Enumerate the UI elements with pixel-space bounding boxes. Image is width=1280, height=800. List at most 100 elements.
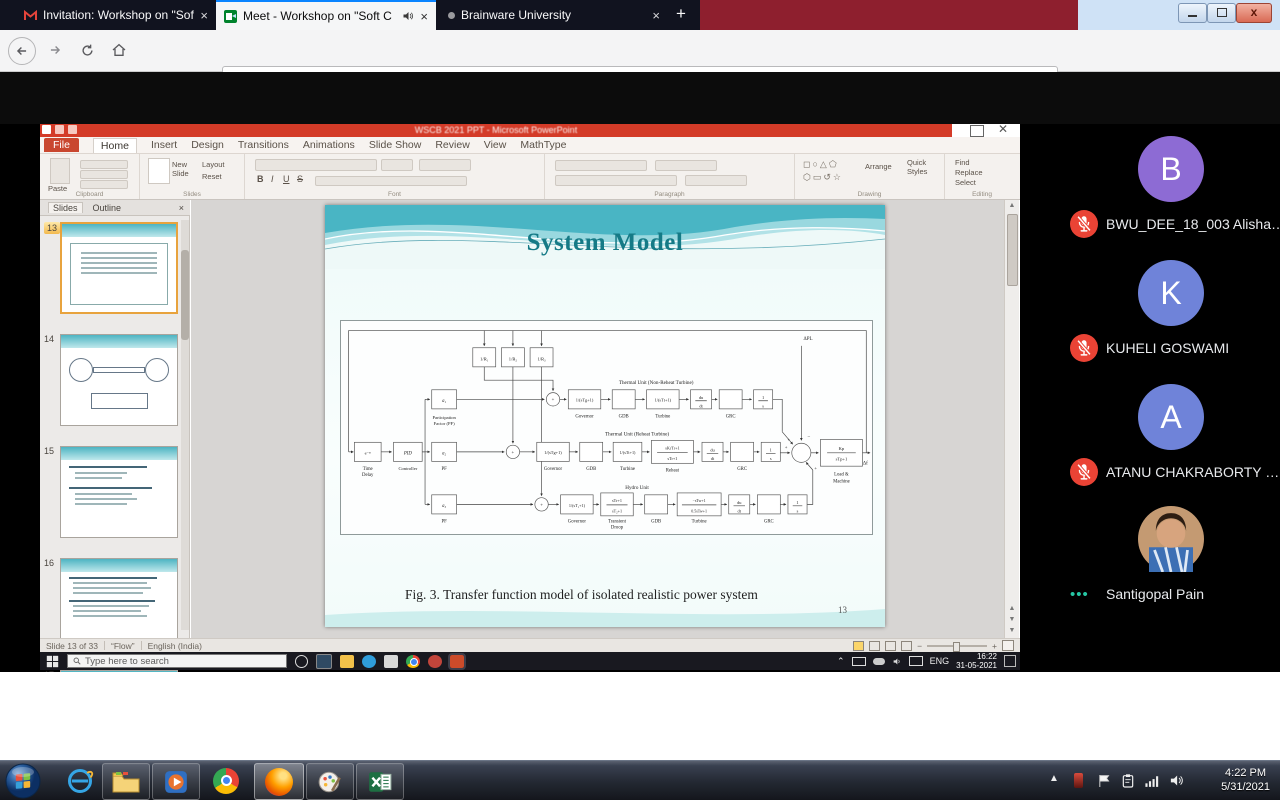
- svg-text:s: s: [762, 403, 764, 408]
- system-clock[interactable]: 4:22 PM 5/31/2021: [1221, 766, 1270, 794]
- firefox-icon: [265, 768, 293, 796]
- new-tab-button[interactable]: +: [676, 4, 686, 24]
- remote-powerpoint-icon: [450, 655, 464, 668]
- start-button[interactable]: [5, 763, 41, 799]
- slide-canvas: System Model: [325, 205, 885, 627]
- svg-text:Kp: Kp: [839, 446, 845, 451]
- svg-text:Hydro Unit: Hydro Unit: [625, 485, 649, 491]
- participant-tile[interactable]: A ATANU CHAKRABORTY …: [1064, 384, 1280, 504]
- slide-thumbnail-16[interactable]: [60, 558, 178, 650]
- home-button[interactable]: [106, 37, 132, 63]
- maximize-button[interactable]: [1207, 3, 1236, 23]
- svg-text:−sTw+1: −sTw+1: [693, 498, 706, 503]
- participant-tile[interactable]: B BWU_DEE_18_003 Alisha…: [1064, 136, 1280, 256]
- fit-to-window-icon[interactable]: [1002, 640, 1014, 651]
- cortana-icon: [295, 655, 308, 668]
- svg-text:Thermal Unit (Non-Reheat Turbi: Thermal Unit (Non-Reheat Turbine): [619, 379, 694, 386]
- slide-thumbnail-14[interactable]: [60, 334, 178, 426]
- reload-button[interactable]: [74, 37, 100, 63]
- svg-text:sT₂+1: sT₂+1: [612, 508, 622, 513]
- taskbar-explorer[interactable]: [102, 763, 150, 800]
- svg-text:0.5sTw+1: 0.5sTw+1: [691, 508, 707, 513]
- tab-brainware[interactable]: Brainware University ×: [440, 0, 668, 30]
- zoom-slider[interactable]: [927, 645, 987, 647]
- taskbar-ie[interactable]: [60, 763, 100, 798]
- ribbon-group-editing: Find Replace Select Editing: [945, 154, 1019, 199]
- svg-text:Governor: Governor: [568, 520, 587, 525]
- tray-app-icon[interactable]: [1074, 773, 1083, 788]
- svg-text:Time: Time: [363, 467, 373, 472]
- slide-scrollbar[interactable]: ▲ ▲▼▼: [1004, 200, 1019, 638]
- slide-thumbnail-13[interactable]: [60, 222, 178, 314]
- remote-language: ENG: [930, 656, 950, 666]
- view-sorter-icon[interactable]: [869, 641, 880, 651]
- zoom-in-icon[interactable]: +: [992, 641, 997, 651]
- svg-text:Droop: Droop: [611, 525, 624, 530]
- remote-clock: 16:2231-05-2021: [956, 652, 997, 670]
- ppt-close-icon: ✕: [998, 122, 1008, 136]
- svg-text:ΔPL: ΔPL: [804, 337, 813, 342]
- tab-meet[interactable]: Meet - Workshop on "Soft C ×: [216, 0, 436, 30]
- panel-tab-outline[interactable]: Outline: [93, 203, 122, 213]
- tray-expand-icon[interactable]: ▲: [1049, 773, 1059, 784]
- view-normal-icon[interactable]: [853, 641, 864, 651]
- view-slideshow-icon[interactable]: [901, 641, 912, 651]
- svg-text:PF: PF: [441, 520, 447, 525]
- remote-cloud-icon: [873, 658, 885, 665]
- network-signal-icon[interactable]: [1144, 773, 1161, 788]
- tab-close-icon[interactable]: ×: [652, 9, 660, 22]
- taskbar-excel[interactable]: [356, 763, 404, 800]
- ppt-menu-review: Review: [435, 139, 469, 151]
- browser-tabbar: Invitation: Workshop on "Soft C × Meet -…: [0, 0, 1280, 30]
- diagram-lines: [349, 331, 870, 516]
- minimize-button[interactable]: [1178, 3, 1207, 23]
- svg-text:sTr+1: sTr+1: [612, 498, 622, 503]
- taskbar-chrome[interactable]: [204, 763, 248, 798]
- panel-close-icon[interactable]: ×: [179, 203, 190, 213]
- svg-text:Participation: Participation: [432, 415, 456, 420]
- folder-icon: [112, 770, 140, 794]
- tab-close-icon[interactable]: ×: [200, 9, 208, 22]
- remote-browser-icon: [428, 655, 442, 668]
- close-button[interactable]: x: [1236, 3, 1272, 23]
- taskbar-media-player[interactable]: [152, 763, 200, 800]
- forward-button[interactable]: [42, 37, 68, 63]
- tab-gmail-invitation[interactable]: Invitation: Workshop on "Soft C ×: [16, 0, 216, 30]
- taskbar-firefox[interactable]: [254, 763, 304, 800]
- tab-title: Brainware University: [461, 8, 646, 22]
- svg-text:+: +: [540, 503, 543, 508]
- participant-name: KUHELI GOSWAMI: [1106, 340, 1229, 356]
- zoom-out-icon[interactable]: −: [917, 641, 922, 651]
- mic-off-icon: [1070, 458, 1098, 486]
- tab-close-icon[interactable]: ×: [420, 10, 428, 23]
- svg-text:+: +: [785, 446, 788, 451]
- svg-text:1/(sTt+1): 1/(sTt+1): [655, 398, 672, 403]
- media-player-icon: [163, 769, 189, 795]
- avatar: B: [1138, 136, 1204, 202]
- browser-toolbar: https://meet.google.com/aku-behj-zsz •••: [0, 30, 1280, 72]
- participant-tile[interactable]: K KUHELI GOSWAMI: [1064, 260, 1280, 380]
- volume-icon[interactable]: [1168, 773, 1185, 788]
- status-theme: “Flow”: [111, 641, 135, 651]
- tab-title: Meet - Workshop on "Soft C: [243, 9, 396, 23]
- svg-text:1/R₂: 1/R₂: [509, 357, 518, 362]
- tray-clipboard-icon[interactable]: [1120, 773, 1136, 789]
- panel-tab-slides[interactable]: Slides: [48, 202, 83, 213]
- taskbar-paint[interactable]: [306, 763, 354, 800]
- participant-tile[interactable]: ••• Santigopal Pain: [1064, 506, 1280, 626]
- ribbon-group-slides: New Slide Layout Reset Slides: [140, 154, 245, 199]
- action-center-flag-icon[interactable]: [1096, 773, 1113, 789]
- slide-bottom-wave: [325, 601, 885, 627]
- svg-text:GRC: GRC: [737, 467, 747, 472]
- remote-action-center-icon: [1004, 655, 1016, 667]
- slide-thumbnail-15[interactable]: [60, 446, 178, 538]
- tab-title: Invitation: Workshop on "Soft C: [43, 8, 194, 22]
- search-icon: [73, 657, 81, 665]
- svg-text:Delay: Delay: [362, 473, 374, 478]
- view-reading-icon[interactable]: [885, 641, 896, 651]
- ppt-menu-file: File: [44, 138, 79, 152]
- tab-audio-icon[interactable]: [402, 10, 414, 22]
- thumbnail-scrollbar[interactable]: [181, 220, 189, 630]
- ppt-menu-animations: Animations: [303, 139, 355, 151]
- back-button[interactable]: [8, 37, 36, 65]
